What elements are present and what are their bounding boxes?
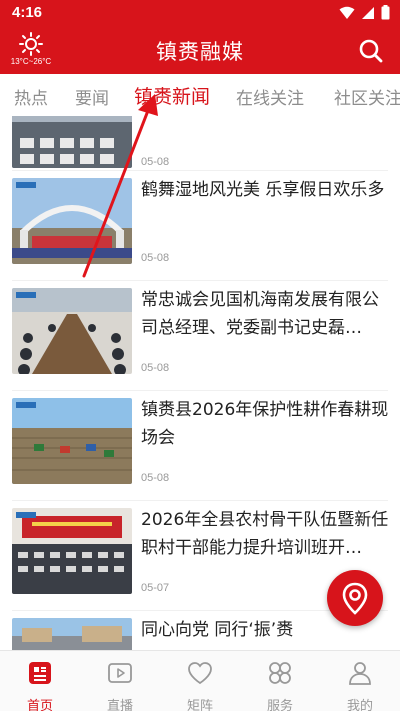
home-news-icon <box>29 662 51 684</box>
nav-home[interactable]: 首页 <box>0 659 80 711</box>
news-title: 2026年全县农村骨干队伍暨新任职村干部能力提升培训班开… <box>141 510 389 558</box>
tab-zhenlai-news[interactable]: 镇赉新闻 <box>134 82 210 109</box>
nav-home-label: 首页 <box>26 699 53 711</box>
nav-live-label: 直播 <box>106 699 133 711</box>
location-fab[interactable] <box>327 570 383 626</box>
news-date: 05-08 <box>141 156 170 168</box>
location-pin-icon <box>342 582 368 615</box>
news-title: 镇赉县2026年保护性耕作春耕现场会 <box>141 400 389 448</box>
live-play-icon <box>108 663 132 683</box>
news-title: 鹤舞湿地风光美 乐享假日欢乐多 <box>141 180 385 200</box>
news-date: 05-07 <box>141 582 170 594</box>
nav-profile-label: 我的 <box>346 699 373 711</box>
category-tabs: 热点 要闻 镇赉新闻 在线关注 社区关注 <box>0 74 400 116</box>
news-date: 05-08 <box>141 252 170 264</box>
status-time: 4:16 <box>12 4 43 21</box>
status-icons <box>339 5 390 20</box>
divider <box>12 280 388 281</box>
nav-profile[interactable]: 我的 <box>320 659 400 711</box>
app-title: 镇赉融媒 <box>156 40 244 64</box>
news-date: 05-08 <box>141 472 170 484</box>
signal-icon <box>362 6 374 19</box>
tab-headlines[interactable]: 要闻 <box>75 84 109 109</box>
nav-matrix-label: 矩阵 <box>186 699 213 711</box>
battery-icon <box>381 5 390 20</box>
news-thumbnail <box>12 398 132 484</box>
news-item[interactable]: 鹤舞湿地风光美 乐享假日欢乐多 05-08 <box>0 172 400 282</box>
news-thumbnail <box>12 288 132 374</box>
divider <box>12 500 388 501</box>
news-thumbnail <box>12 116 132 168</box>
heart-icon <box>188 662 212 685</box>
tab-community-focus[interactable]: 社区关注 <box>334 84 400 109</box>
divider <box>12 170 388 171</box>
nav-live[interactable]: 直播 <box>80 659 160 711</box>
nav-matrix[interactable]: 矩阵 <box>160 659 240 711</box>
news-date: 05-08 <box>141 362 170 374</box>
news-thumbnail <box>12 178 132 264</box>
news-thumbnail <box>12 618 132 650</box>
divider <box>12 390 388 391</box>
news-item[interactable]: 常忠诚会见国机海南发展有限公司总经理、党委副书记史磊… 05-08 <box>0 282 400 392</box>
status-bar: 4:16 <box>0 0 400 26</box>
news-item[interactable]: 镇赉县2026年保护性耕作春耕现场会 05-08 <box>0 392 400 502</box>
bottom-navigation: 首页 直播 矩阵 服务 我的 <box>0 650 400 711</box>
wifi-icon <box>339 6 355 19</box>
search-icon[interactable] <box>358 38 384 64</box>
tab-hot[interactable]: 热点 <box>14 84 48 109</box>
nav-services[interactable]: 服务 <box>240 659 320 711</box>
tab-online-focus[interactable]: 在线关注 <box>236 84 304 109</box>
app-header: 13°C~26°C 镇赉融媒 <box>0 26 400 74</box>
news-thumbnail <box>12 508 132 594</box>
news-title: 常忠诚会见国机海南发展有限公司总经理、党委副书记史磊… <box>141 290 379 338</box>
nav-services-label: 服务 <box>266 699 293 711</box>
services-grid-icon <box>269 662 291 684</box>
user-icon <box>349 662 371 685</box>
